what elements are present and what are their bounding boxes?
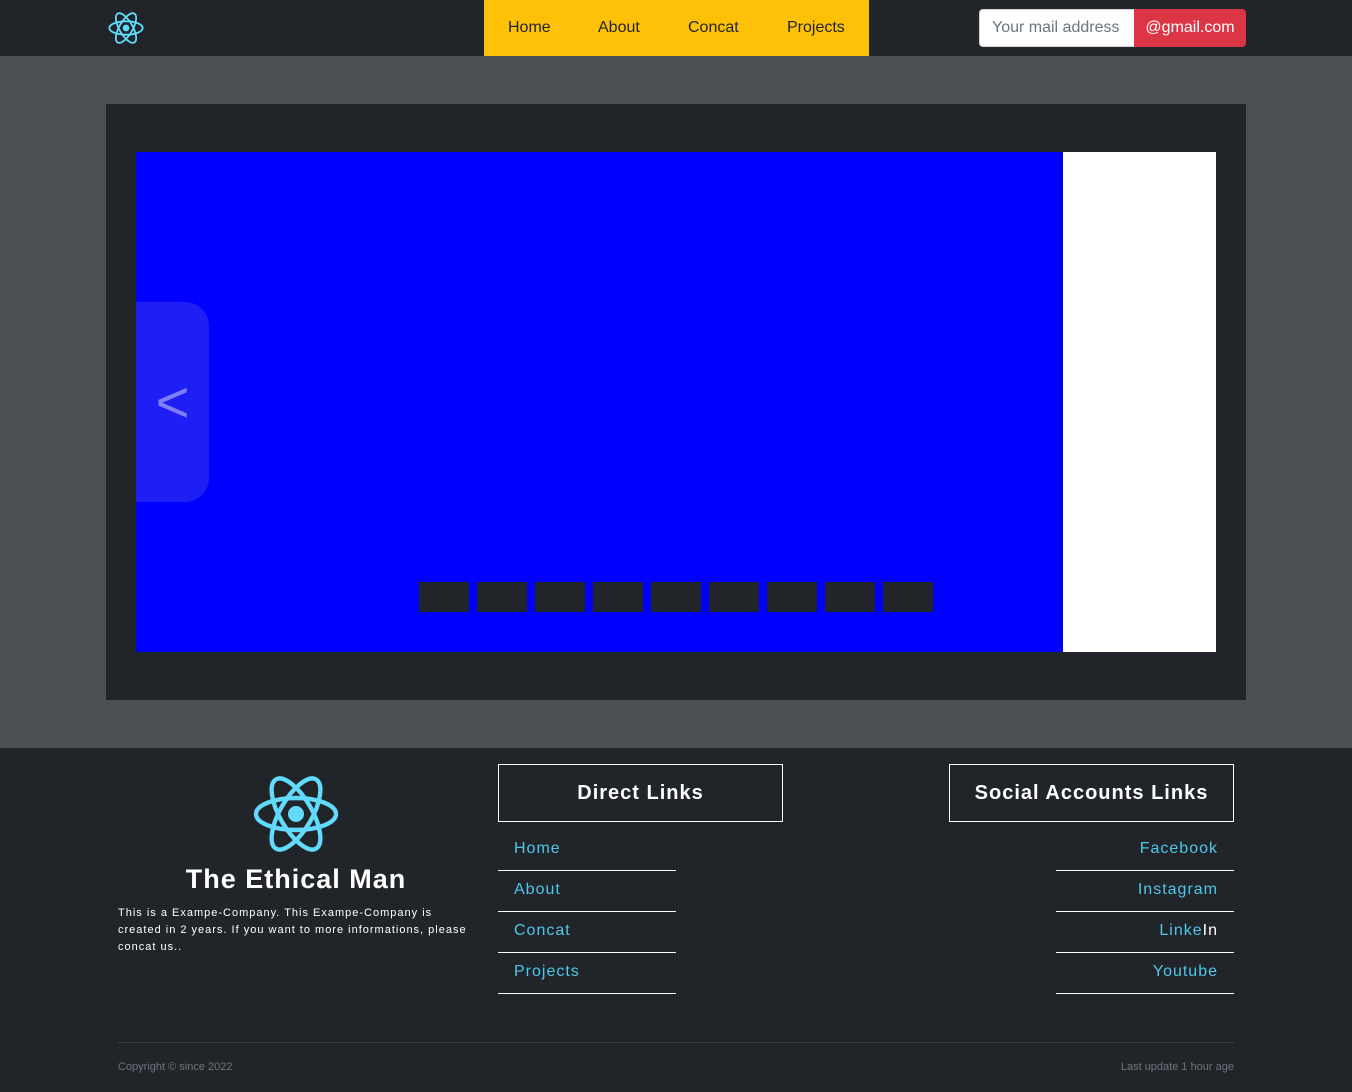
social-links-list: Facebook Instagram LinkeIn Youtube — [1056, 830, 1234, 994]
react-atom-icon — [253, 776, 339, 852]
slide-indicator[interactable] — [477, 582, 527, 612]
react-atom-icon[interactable] — [105, 8, 147, 48]
copyright-text: Copyright © since 2022 — [118, 1061, 233, 1073]
mail-form: @gmail.com — [979, 9, 1246, 47]
slider-frame: < — [106, 104, 1246, 700]
social-link-linkedin[interactable]: LinkeIn — [1056, 912, 1234, 953]
nav-concat-link[interactable]: Concat — [688, 19, 739, 37]
nav-about-link[interactable]: About — [598, 19, 640, 37]
social-links-heading: Social Accounts Links — [949, 764, 1234, 822]
previous-slide-button[interactable]: < — [136, 302, 209, 502]
page-footer: The Ethical Man This is a Exampe-Company… — [0, 748, 1352, 1092]
slide-indicator[interactable] — [419, 582, 469, 612]
slide-indicator[interactable] — [709, 582, 759, 612]
top-navbar: Home About Concat Projects @gmail.com — [0, 0, 1352, 56]
social-link-youtube[interactable]: Youtube — [1056, 953, 1234, 994]
brand-description: This is a Exampe-Company. This Exampe-Co… — [118, 907, 467, 953]
slide-indicator[interactable] — [593, 582, 643, 612]
mail-domain-suffix: @gmail.com — [1134, 9, 1246, 47]
brand-title: The Ethical Man — [185, 864, 407, 894]
direct-links-list: Home About Concat Projects — [498, 830, 676, 994]
slide-indicator[interactable] — [535, 582, 585, 612]
current-slide — [136, 152, 1063, 652]
slide-indicators — [419, 582, 933, 612]
slide-indicator[interactable] — [767, 582, 817, 612]
footer-link-about[interactable]: About — [498, 871, 676, 912]
footer-link-projects[interactable]: Projects — [498, 953, 676, 994]
footer-link-concat[interactable]: Concat — [498, 912, 676, 953]
slide-indicator[interactable] — [651, 582, 701, 612]
nav-home-link[interactable]: Home — [508, 19, 551, 37]
social-link-facebook[interactable]: Facebook — [1056, 830, 1234, 871]
direct-links-heading: Direct Links — [498, 764, 783, 822]
main-nav-menu: Home About Concat Projects — [484, 0, 869, 56]
mail-address-input[interactable] — [979, 9, 1134, 47]
slide-indicator[interactable] — [825, 582, 875, 612]
nav-projects-link[interactable]: Projects — [787, 19, 845, 37]
slide-indicator[interactable] — [883, 582, 933, 612]
linkedin-label-part: Linke — [1159, 922, 1203, 939]
social-link-instagram[interactable]: Instagram — [1056, 871, 1234, 912]
footer-divider — [118, 1042, 1234, 1043]
linkedin-label-suffix: In — [1202, 922, 1218, 939]
last-update-text: Last update 1 hour age — [1120, 1061, 1234, 1073]
slider-viewport: < — [136, 152, 1216, 652]
footer-link-home[interactable]: Home — [498, 830, 676, 871]
